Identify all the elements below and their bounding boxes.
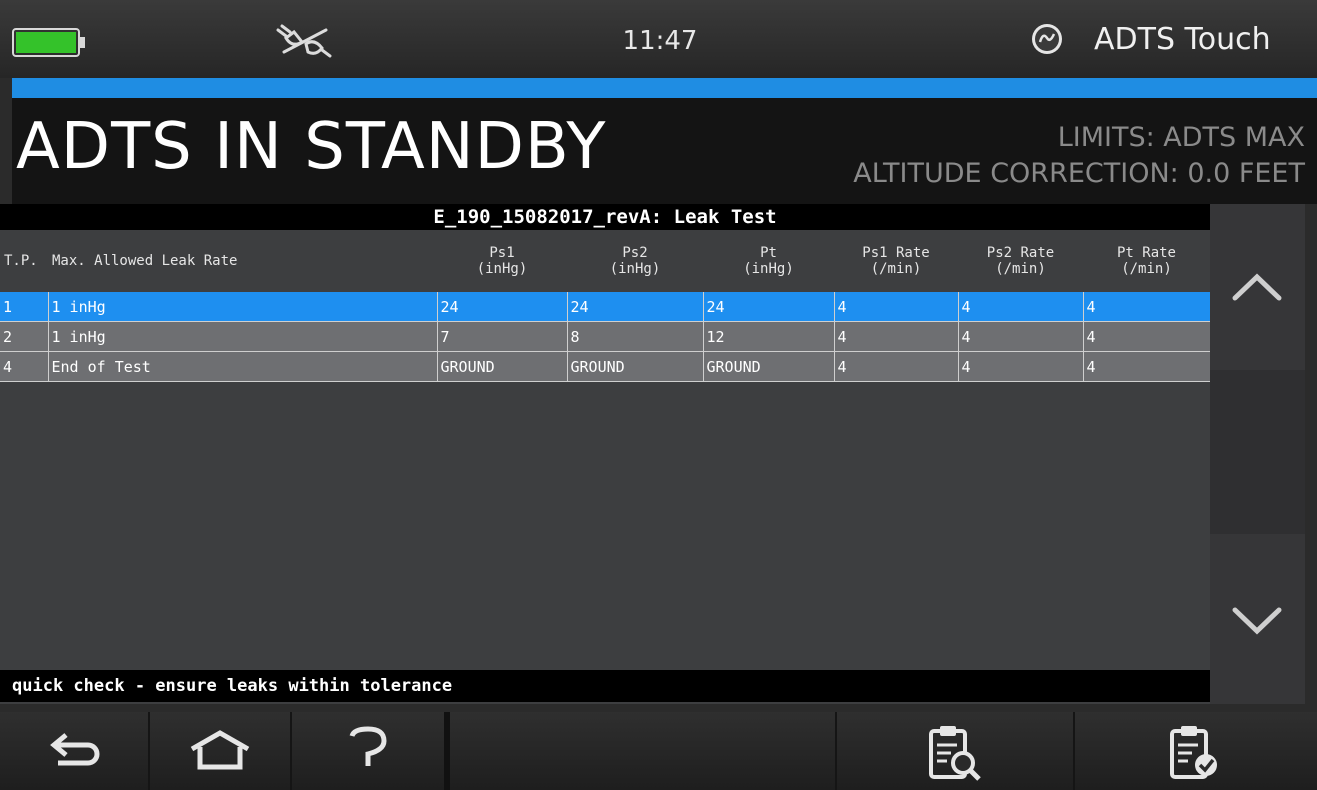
cell-max-leak: 1 inHg — [48, 292, 438, 322]
cell-ps1: 7 — [437, 321, 568, 352]
progress-bar — [12, 78, 1317, 98]
progress-fill — [12, 78, 1317, 98]
col-ps1-unit: (inHg) — [476, 261, 528, 277]
back-arrow-icon — [50, 733, 100, 766]
table-row[interactable]: 1 1 inHg 24 24 24 4 4 4 — [0, 292, 1211, 322]
chevron-down-icon — [1232, 607, 1282, 635]
table-row[interactable]: 2 1 inHg 7 8 12 4 4 4 — [0, 321, 1211, 352]
col-ps2-rate: Ps2 Rate (/min) — [958, 230, 1083, 292]
clipboard-search-icon — [929, 726, 981, 781]
col-ps1-name: Ps1 — [489, 245, 515, 261]
col-pt-rate-unit: (/min) — [1121, 261, 1172, 277]
col-pt-name: Pt — [760, 245, 777, 261]
col-pt-rate: Pt Rate (/min) — [1083, 230, 1210, 292]
col-ps2-rate-unit: (/min) — [995, 261, 1046, 277]
cell-pt: GROUND — [703, 351, 835, 382]
cell-ps2: GROUND — [567, 351, 704, 382]
col-pt-rate-name: Pt Rate — [1116, 245, 1176, 261]
home-button[interactable] — [150, 712, 292, 790]
col-pt-unit: (inHg) — [743, 261, 794, 277]
cell-ps1-rate: 4 — [834, 351, 959, 382]
cell-ps1-rate: 4 — [834, 292, 959, 322]
standby-header: ADTS IN STANDBY LIMITS: ADTS MAX ALTITUD… — [12, 98, 1317, 204]
back-button[interactable] — [0, 712, 150, 790]
review-results-button[interactable] — [837, 712, 1075, 790]
help-icon — [349, 726, 387, 766]
cell-tp: 4 — [0, 351, 49, 382]
col-max-leak: Max. Allowed Leak Rate — [52, 253, 238, 269]
scroll-track — [1210, 370, 1305, 534]
col-tp: T.P. — [4, 253, 38, 269]
cell-tp: 2 — [0, 321, 49, 352]
test-panel: E_190_15082017_revA: Leak Test T.P. Max.… — [0, 204, 1211, 704]
clock: 11:47 — [622, 26, 698, 56]
cell-ps2-rate: 4 — [958, 351, 1084, 382]
leak-test-table: T.P. Max. Allowed Leak Rate Ps1 (inHg) Ps… — [0, 230, 1211, 382]
cell-pt: 12 — [703, 321, 835, 352]
altitude-correction-label: ALTITUDE CORRECTION: 0.0 FEET — [853, 158, 1305, 189]
col-ps1-rate-name: Ps1 Rate — [862, 245, 930, 261]
col-ps2-rate-name: Ps2 Rate — [986, 245, 1055, 261]
cell-pt: 24 — [703, 292, 835, 322]
cell-ps1: GROUND — [437, 351, 568, 382]
cell-ps2: 24 — [567, 292, 704, 322]
table-header-row: T.P. Max. Allowed Leak Rate Ps1 (inHg) Ps… — [0, 230, 1210, 292]
test-name: E_190_15082017_revA: Leak Test — [0, 204, 1210, 230]
scroll-down-button[interactable] — [1210, 534, 1305, 704]
nav-empty-slot — [450, 712, 837, 790]
cell-pt-rate: 4 — [1083, 321, 1211, 352]
cell-tp: 1 — [0, 292, 49, 322]
limits-label: LIMITS: ADTS MAX — [1057, 122, 1305, 153]
table-row[interactable]: 4 End of Test GROUND GROUND GROUND 4 4 4 — [0, 351, 1211, 382]
cell-ps1-rate: 4 — [834, 321, 959, 352]
test-note: quick check - ensure leaks within tolera… — [0, 670, 1210, 702]
cell-ps1: 24 — [437, 292, 568, 322]
disconnected-plug-icon — [276, 24, 332, 58]
col-ps2: Ps2 (inHg) — [567, 230, 703, 292]
col-ps1: Ps1 (inHg) — [437, 230, 567, 292]
col-ps2-unit: (inHg) — [609, 261, 661, 277]
cell-ps2-rate: 4 — [958, 292, 1084, 322]
cell-max-leak: 1 inHg — [48, 321, 438, 352]
col-pt: Pt (inHg) — [703, 230, 834, 292]
col-ps2-name: Ps2 — [622, 245, 648, 261]
col-ps1-rate-unit: (/min) — [870, 261, 922, 277]
cell-pt-rate: 4 — [1083, 351, 1211, 382]
chevron-up-icon — [1232, 273, 1282, 301]
help-button[interactable] — [292, 712, 450, 790]
battery-full-icon — [12, 28, 85, 57]
cell-ps2-rate: 4 — [958, 321, 1084, 352]
app-name: ADTS Touch — [1094, 22, 1271, 57]
bottom-nav — [0, 712, 1317, 790]
scroll-up-button[interactable] — [1210, 204, 1305, 370]
cell-ps2: 8 — [567, 321, 704, 352]
home-icon — [190, 730, 250, 770]
ge-logo-icon — [1032, 24, 1062, 54]
status-bar: 11:47 ADTS Touch — [0, 0, 1317, 78]
col-ps1-rate: Ps1 Rate (/min) — [834, 230, 958, 292]
clipboard-check-icon — [1170, 726, 1217, 779]
cell-pt-rate: 4 — [1083, 292, 1211, 322]
run-test-button[interactable] — [1075, 712, 1317, 790]
page-title: ADTS IN STANDBY — [16, 110, 607, 184]
cell-max-leak: End of Test — [48, 351, 438, 382]
